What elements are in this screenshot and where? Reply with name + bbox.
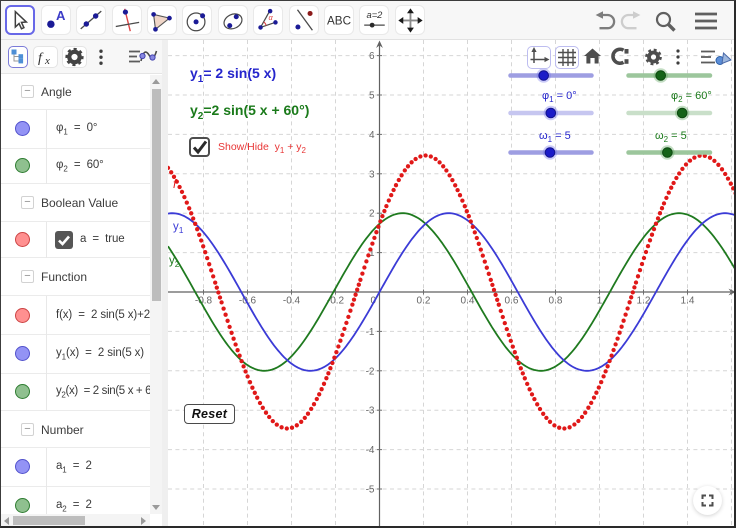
svg-text:0.6: 0.6 <box>505 296 519 307</box>
svg-text:0.8: 0.8 <box>549 296 563 307</box>
svg-text:6: 6 <box>369 51 375 62</box>
svg-text:a=2: a=2 <box>367 10 384 20</box>
svg-text:y2: y2 <box>169 255 180 269</box>
svg-text:α: α <box>269 13 274 22</box>
svg-text:-4: -4 <box>366 445 375 456</box>
svg-text:0.2: 0.2 <box>417 296 431 307</box>
svg-text:-0.4: -0.4 <box>283 296 301 307</box>
svg-text:ABC: ABC <box>327 14 351 27</box>
svg-text:3: 3 <box>369 169 375 180</box>
svg-text:-2: -2 <box>366 366 375 377</box>
svg-text:2: 2 <box>369 209 375 220</box>
svg-text:4: 4 <box>369 130 375 141</box>
svg-text:A: A <box>56 8 66 23</box>
svg-text:1.4: 1.4 <box>681 296 695 307</box>
svg-text:5: 5 <box>369 91 375 102</box>
svg-text:-5: -5 <box>366 485 375 496</box>
svg-text:y1: y1 <box>173 221 184 235</box>
svg-text:x: x <box>44 55 50 67</box>
svg-text:-1: -1 <box>366 327 375 338</box>
svg-text:-3: -3 <box>366 406 375 417</box>
svg-text:f: f <box>38 51 44 66</box>
svg-text:0.4: 0.4 <box>461 296 475 307</box>
